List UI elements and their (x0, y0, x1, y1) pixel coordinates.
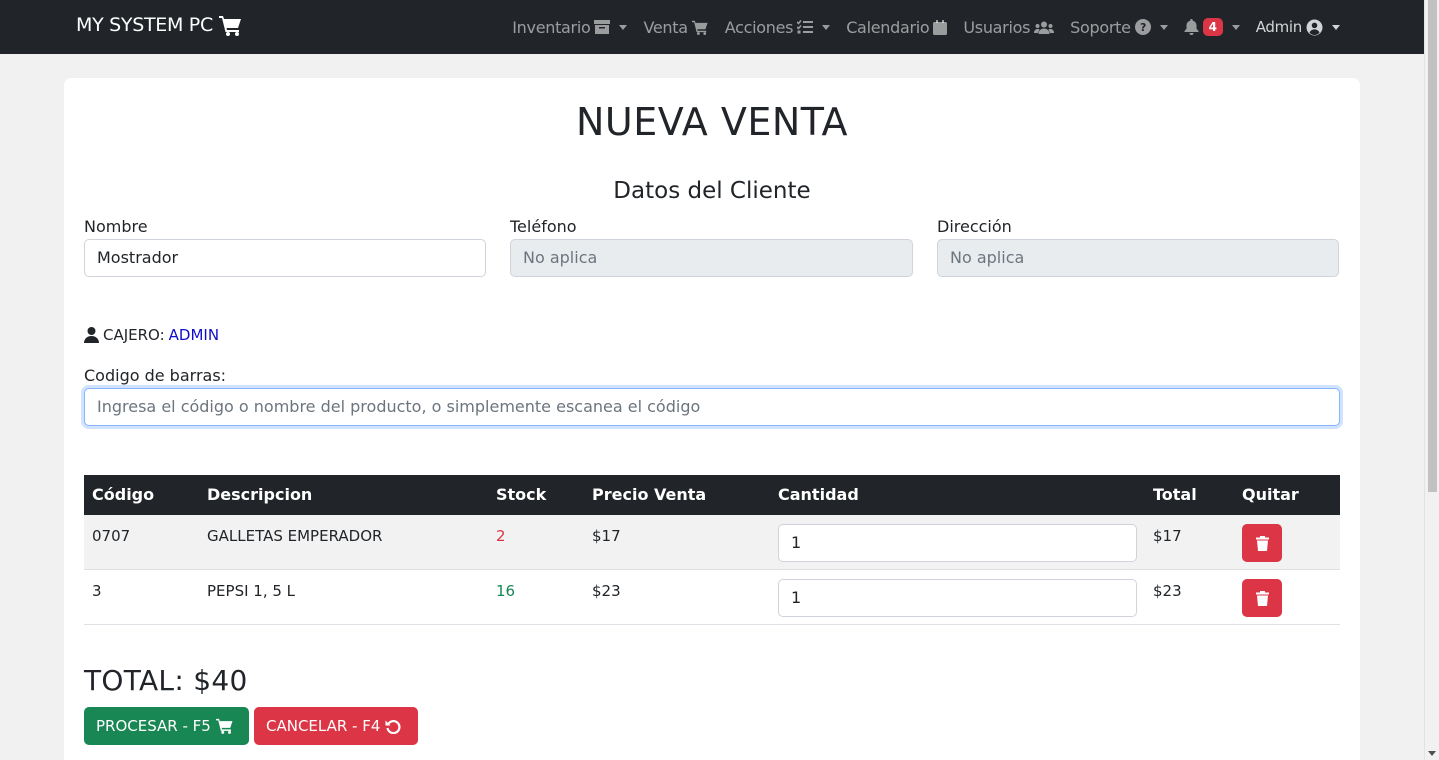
page-title: NUEVA VENTA (575, 100, 849, 144)
archive-icon (594, 20, 611, 34)
table-row: 3 PEPSI 1, 5 L 16 $23 1 $23 (84, 570, 1340, 625)
nav-calendario[interactable]: Calendario (846, 17, 948, 37)
nav-venta[interactable]: Venta (643, 18, 708, 37)
sale-card: NUEVA VENTA Datos del Cliente Nombre Mos… (64, 78, 1360, 760)
nav-soporte-label: Soporte (1070, 17, 1131, 37)
col-stock: Stock (496, 485, 547, 504)
nombre-label: Nombre (84, 217, 148, 236)
nav-user-menu[interactable]: Admin (1256, 18, 1340, 36)
row-total: $17 (1153, 527, 1182, 545)
row-total: $23 (1153, 582, 1182, 600)
trash-icon (1255, 590, 1269, 606)
row-codigo: 3 (92, 582, 102, 600)
cashier-name: ADMIN (168, 326, 220, 344)
top-navbar: MY SYSTEM PC Inventario Venta Acciones C… (0, 0, 1424, 54)
users-icon (1034, 21, 1055, 34)
page-scrollbar[interactable] (1424, 0, 1439, 760)
nav-acciones[interactable]: Acciones (724, 17, 831, 37)
cart-icon (691, 20, 708, 35)
notification-count-badge: 4 (1202, 18, 1223, 36)
nav-inventario[interactable]: Inventario (512, 17, 628, 37)
products-table: Código Descripcion Stock Precio Venta Ca… (84, 475, 1340, 625)
table-header: Código Descripcion Stock Precio Venta Ca… (84, 475, 1340, 515)
nav-inventario-label: Inventario (512, 17, 591, 37)
col-cantidad: Cantidad (778, 485, 859, 504)
calendar-icon (933, 19, 948, 35)
bell-icon (1184, 19, 1199, 35)
process-sale-label: PROCESAR - F5 (96, 717, 211, 735)
client-section-title: Datos del Cliente (613, 178, 811, 204)
row-descripcion: GALLETAS EMPERADOR (207, 527, 383, 545)
nav-venta-label: Venta (643, 17, 688, 37)
scrollbar-thumb[interactable] (1428, 0, 1437, 492)
brand[interactable]: MY SYSTEM PC (76, 14, 243, 36)
col-descripcion: Descripcion (207, 485, 313, 504)
row-precio: $17 (592, 527, 621, 545)
user-circle-icon (1306, 19, 1323, 35)
barcode-search-input[interactable]: Ingresa el código o nombre del producto,… (84, 388, 1340, 426)
row-codigo: 0707 (92, 527, 131, 545)
cart-icon (218, 15, 241, 36)
scroll-down-arrow-icon[interactable] (1428, 751, 1436, 756)
process-sale-button[interactable]: PROCESAR - F5 (84, 707, 249, 745)
telefono-label: Teléfono (510, 217, 577, 236)
nav-calendario-label: Calendario (846, 17, 930, 37)
chevron-down-icon (1231, 24, 1240, 30)
row-stock: 16 (496, 582, 516, 600)
nav-user-label: Admin (1255, 18, 1303, 36)
barcode-label: Codigo de barras: (84, 366, 227, 385)
chevron-down-icon (1159, 24, 1168, 30)
quantity-input[interactable]: 1 (778, 524, 1137, 562)
col-precio: Precio Venta (592, 485, 707, 504)
user-icon (84, 327, 99, 343)
quantity-input[interactable]: 1 (778, 579, 1137, 617)
cashier-info: CAJERO: ADMIN (84, 326, 219, 344)
cancel-sale-button[interactable]: CANCELAR - F4 (254, 707, 418, 745)
direccion-field[interactable]: No aplica (937, 239, 1339, 277)
cashier-label: CAJERO: (103, 326, 165, 344)
nav-notifications[interactable]: 4 (1184, 18, 1240, 36)
chevron-down-icon (822, 24, 831, 30)
col-codigo: Código (92, 485, 155, 504)
nav-soporte[interactable]: Soporte ? (1070, 18, 1168, 37)
remove-item-button[interactable] (1242, 524, 1282, 562)
table-row: 0707 GALLETAS EMPERADOR 2 $17 1 $17 (84, 515, 1340, 570)
sale-total: TOTAL: $40 (84, 664, 248, 697)
col-total: Total (1153, 485, 1197, 504)
col-quitar: Quitar (1242, 485, 1299, 504)
nav-menu: Inventario Venta Acciones Calendario Usu… (496, 0, 1340, 54)
nav-usuarios[interactable]: Usuarios (963, 17, 1055, 37)
direccion-label: Dirección (937, 217, 1012, 236)
chevron-down-icon (1332, 24, 1340, 30)
tasks-icon (797, 20, 814, 34)
remove-item-button[interactable] (1242, 579, 1282, 617)
cart-icon (215, 718, 233, 734)
chevron-down-icon (619, 24, 628, 30)
nav-usuarios-label: Usuarios (963, 17, 1031, 37)
brand-name[interactable]: MY SYSTEM PC (76, 14, 213, 36)
row-precio: $23 (592, 582, 621, 600)
nombre-field[interactable]: Mostrador (84, 239, 486, 277)
cancel-sale-label: CANCELAR - F4 (266, 717, 381, 735)
row-descripcion: PEPSI 1, 5 L (207, 582, 296, 600)
undo-icon (385, 720, 401, 734)
trash-icon (1255, 535, 1269, 551)
question-circle-icon: ? (1134, 19, 1151, 35)
nav-acciones-label: Acciones (724, 17, 794, 37)
row-stock: 2 (496, 527, 506, 545)
svg-text:?: ? (1140, 21, 1146, 34)
telefono-field[interactable]: No aplica (510, 239, 913, 277)
